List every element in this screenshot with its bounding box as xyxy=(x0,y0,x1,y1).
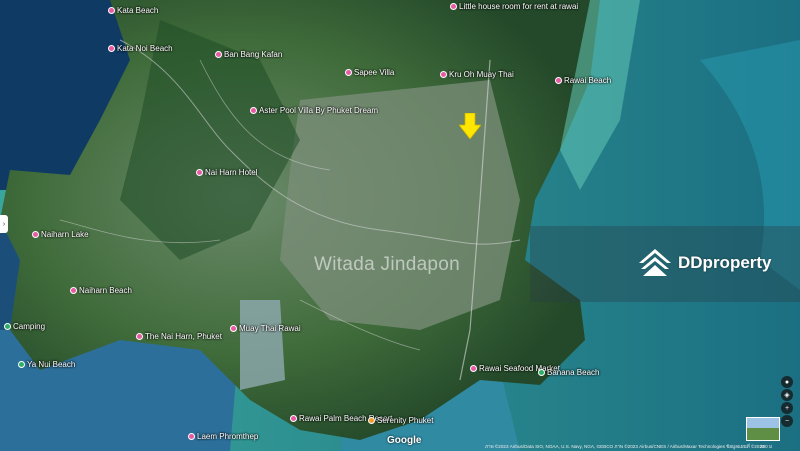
poi-serenity-phuket[interactable]: Serenity Phuket xyxy=(368,416,433,425)
map-pin-icon xyxy=(290,415,297,422)
brand-label: DDproperty xyxy=(678,253,772,272)
map-view[interactable]: Little house room for rent at rawai Kata… xyxy=(0,0,800,451)
map-pin-icon xyxy=(32,231,39,238)
zoom-out-icon[interactable]: − xyxy=(781,415,793,427)
poi-muay-thai-rawai[interactable]: Muay Thai Rawai xyxy=(230,324,301,333)
poi-sapee-villa[interactable]: Sapee Villa xyxy=(345,68,394,77)
map-pin-icon xyxy=(538,369,545,376)
pegman-icon[interactable]: ● xyxy=(781,376,793,388)
map-pin-icon xyxy=(4,323,11,330)
poi-naiharn-lake[interactable]: Naiharn Lake xyxy=(32,230,89,239)
map-attribution: ภาพ ©2023 Airbus/Data SIO, NOAA, U.S. Na… xyxy=(485,444,765,449)
map-pin-icon xyxy=(70,287,77,294)
poi-aster-pool-villa[interactable]: Aster Pool Villa By Phuket Dream xyxy=(250,106,378,115)
poi-ban-bang-kafan[interactable]: Ban Bang Kafan xyxy=(215,50,282,59)
map-pin-icon xyxy=(450,3,457,10)
watermark-text: Witada Jindapon xyxy=(314,254,461,275)
map-pin-icon xyxy=(196,169,203,176)
side-panel-toggle[interactable]: › xyxy=(0,215,8,233)
map-pin-icon xyxy=(136,333,143,340)
map-pin-icon xyxy=(108,45,115,52)
map-pin-icon xyxy=(250,107,257,114)
map-pin-icon xyxy=(470,365,477,372)
poi-banana-beach[interactable]: Banana Beach xyxy=(538,368,600,377)
map-pin-icon xyxy=(555,77,562,84)
location-arrow-icon xyxy=(459,113,481,139)
map-pin-icon xyxy=(368,417,375,424)
map-pin-icon xyxy=(345,69,352,76)
map-pin-icon xyxy=(108,7,115,14)
poi-laem-phromthep[interactable]: Laem Phromthep xyxy=(188,432,258,441)
poi-camping[interactable]: Camping xyxy=(4,322,45,331)
map-pin-icon xyxy=(440,71,447,78)
layer-thumbnail[interactable] xyxy=(746,417,780,441)
map-pin-icon xyxy=(188,433,195,440)
poi-little-house[interactable]: Little house room for rent at rawai xyxy=(450,2,578,11)
ddproperty-logo-icon xyxy=(639,249,671,276)
poi-naiharn-beach[interactable]: Naiharn Beach xyxy=(70,286,132,295)
brand-logo: DDproperty xyxy=(638,248,772,278)
poi-rawai-beach[interactable]: Rawai Beach xyxy=(555,76,611,85)
map-scale: 200 ม xyxy=(760,444,772,449)
zoom-in-icon[interactable]: + xyxy=(781,402,793,414)
poi-kru-oh-muay-thai[interactable]: Kru Oh Muay Thai xyxy=(440,70,514,79)
poi-kata-noi-beach[interactable]: Kata Noi Beach xyxy=(108,44,173,53)
map-pin-icon xyxy=(215,51,222,58)
poi-ya-nui-beach[interactable]: Ya Nui Beach xyxy=(18,360,75,369)
poi-the-nai-harn[interactable]: The Nai Harn, Phuket xyxy=(136,332,222,341)
poi-nai-harn-hotel[interactable]: Nai Harn Hotel xyxy=(196,168,257,177)
map-pin-icon xyxy=(230,325,237,332)
compass-icon[interactable]: ◈ xyxy=(781,389,793,401)
map-pin-icon xyxy=(18,361,25,368)
google-logo: Google xyxy=(387,435,422,446)
poi-kata-beach[interactable]: Kata Beach xyxy=(108,6,158,15)
